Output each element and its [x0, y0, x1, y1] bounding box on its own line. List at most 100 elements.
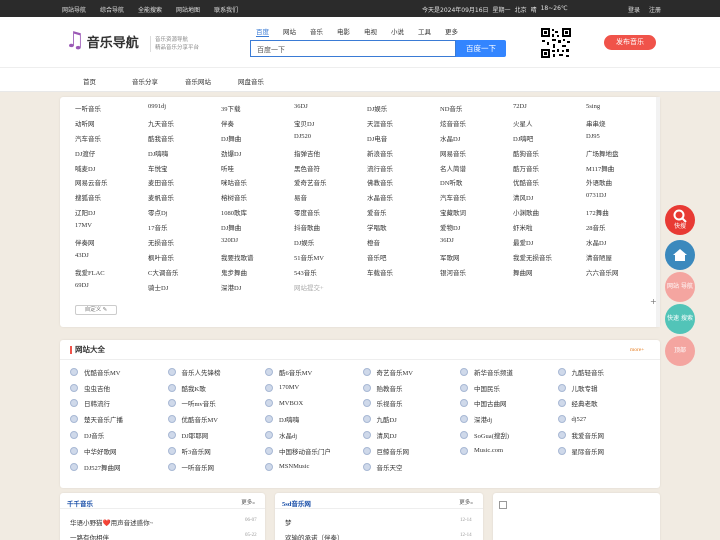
back-to-top-float[interactable]: 顶部 — [665, 336, 695, 366]
site-link[interactable]: 咪咕音乐 — [221, 177, 294, 192]
top-link-sitemap[interactable]: 网站地图 — [176, 5, 200, 14]
site-link[interactable]: 72DJ — [513, 103, 586, 118]
publish-music-button[interactable]: 发布音乐 — [604, 35, 656, 50]
site-link[interactable]: 伴奏网 — [75, 237, 148, 252]
home-float[interactable] — [665, 240, 695, 270]
top-link-general-nav[interactable]: 综合导航 — [100, 5, 124, 14]
site-link[interactable]: 宝藏歌词 — [440, 207, 513, 222]
site-link[interactable]: 宝贝DJ — [294, 118, 367, 133]
site-nav-float[interactable]: 网站 导航 — [665, 272, 695, 302]
search-tab-tools[interactable]: 工具 — [418, 26, 431, 37]
directory-item[interactable]: 中华好歌网 — [70, 443, 168, 459]
site-link[interactable]: 搜狐音乐 — [75, 192, 148, 207]
directory-item[interactable]: 乐视音乐 — [362, 396, 461, 412]
site-link[interactable]: M117舞曲 — [586, 163, 659, 178]
site-link[interactable]: 43DJ — [75, 252, 148, 267]
fast-search-float[interactable]: 快速 搜索 — [665, 304, 695, 334]
site-link[interactable]: 鬼步舞曲 — [221, 267, 294, 282]
site-link[interactable]: 零点Dj — [148, 207, 221, 222]
site-link[interactable]: 水晶DJ — [440, 133, 513, 148]
site-link[interactable]: 汽车音乐 — [75, 133, 148, 148]
directory-item[interactable]: DJ耶耶网 — [167, 427, 266, 443]
directory-item[interactable]: 儿歌专辑 — [557, 380, 656, 396]
site-link[interactable]: 0731DJ — [586, 192, 659, 207]
directory-item[interactable]: 我爱音乐网 — [557, 427, 656, 443]
site-link[interactable]: DJ520 — [294, 133, 367, 148]
site-link[interactable]: 酷万音乐 — [513, 163, 586, 178]
site-link[interactable]: DJ舞曲 — [221, 133, 294, 148]
site-link[interactable]: 麦田音乐 — [148, 177, 221, 192]
site-link[interactable]: 最爱DJ — [513, 237, 586, 252]
directory-item[interactable]: MVBOX — [265, 396, 363, 412]
directory-item[interactable]: 170MV — [265, 380, 363, 396]
site-link[interactable]: ND音乐 — [440, 103, 513, 118]
site-link[interactable]: 酷狗音乐 — [513, 148, 586, 163]
site-link[interactable]: 车载音乐 — [367, 267, 440, 282]
site-link[interactable]: 69DJ — [75, 282, 148, 297]
directory-item[interactable]: 酷6音乐MV — [265, 364, 363, 380]
site-link[interactable]: 小渊歌曲 — [513, 207, 586, 222]
directory-item[interactable]: 中国民乐 — [460, 380, 558, 396]
site-link[interactable]: 酷我音乐 — [148, 133, 221, 148]
list-item[interactable]: 梦 — [285, 517, 292, 527]
search-input[interactable]: 百度一下 — [250, 40, 456, 57]
directory-item[interactable]: 水晶dj — [265, 427, 363, 443]
site-link[interactable]: 汽车音乐 — [440, 192, 513, 207]
site-link[interactable]: 虾米啦 — [513, 222, 586, 237]
site-link[interactable]: 车悦宝 — [148, 163, 221, 178]
directory-item[interactable]: 贻教音乐 — [362, 380, 461, 396]
site-link[interactable]: 爱音乐 — [367, 207, 440, 222]
site-link[interactable]: 清风DJ — [513, 192, 586, 207]
site-link[interactable]: 36DJ — [294, 103, 367, 118]
directory-item[interactable]: 楚天音乐广播 — [70, 411, 168, 427]
search-tab-web[interactable]: 网站 — [283, 26, 296, 37]
search-tab-baidu[interactable]: 百度 — [256, 26, 269, 37]
site-link[interactable]: 伴奏 — [221, 118, 294, 133]
site-link[interactable]: 一听音乐 — [75, 103, 148, 118]
customize-button[interactable]: 自定义 ✎ — [75, 305, 117, 315]
nav-item-home[interactable]: 首页 — [83, 76, 96, 86]
search-tab-tv[interactable]: 电视 — [364, 26, 377, 37]
qianqian-more-link[interactable]: 更多» — [241, 498, 255, 506]
top-link-search[interactable]: 全能搜索 — [138, 5, 162, 14]
directory-item[interactable]: 优酷音乐MV — [70, 364, 168, 380]
site-link[interactable]: DJ嗨吧 — [513, 133, 586, 148]
site-link[interactable]: DJ娱乐 — [294, 237, 367, 252]
search-tab-movie[interactable]: 电影 — [337, 26, 350, 37]
site-link[interactable]: 水晶音乐 — [367, 192, 440, 207]
site-link[interactable]: 网易音乐 — [440, 148, 513, 163]
directory-more-link[interactable]: more+ — [630, 347, 644, 353]
directory-item[interactable]: 九酷DJ — [362, 411, 461, 427]
quick-search-float[interactable]: 快搜 — [665, 205, 695, 235]
site-link[interactable]: 水晶DJ — [586, 237, 659, 252]
site-link[interactable]: C大调音乐 — [148, 267, 221, 282]
search-tab-music[interactable]: 音乐 — [310, 26, 323, 37]
list-item[interactable]: 华语小野猫❤️用声音述惑你~ — [70, 517, 153, 527]
site-link[interactable]: 我爱FLAC — [75, 267, 148, 282]
site-link[interactable]: 黑色音符 — [294, 163, 367, 178]
site-link[interactable]: 深港DJ — [221, 282, 294, 297]
site-link[interactable]: 广场舞地盘 — [586, 148, 659, 163]
site-link[interactable]: DJ电音 — [367, 133, 440, 148]
site-link[interactable]: 无损音乐 — [148, 237, 221, 252]
directory-item[interactable]: 听3音乐网 — [167, 443, 266, 459]
site-link[interactable]: 动听网 — [75, 118, 148, 133]
site-link[interactable]: 骑士DJ — [148, 282, 221, 297]
site-link[interactable]: 枫叶音乐 — [148, 252, 221, 267]
directory-item[interactable]: 深港dj — [460, 411, 558, 427]
site-link[interactable]: 六六音乐网 — [586, 267, 659, 282]
site-link[interactable]: DJ娱乐 — [367, 103, 440, 118]
site-link[interactable]: 易音 — [294, 192, 367, 207]
site-link[interactable]: 串串烧 — [586, 118, 659, 133]
login-link[interactable]: 登录 — [628, 5, 640, 14]
nav-item-music-sites[interactable]: 音乐网站 — [185, 76, 211, 86]
directory-item[interactable]: 优酷音乐MV — [167, 411, 266, 427]
site-link[interactable]: 320DJ — [221, 237, 294, 252]
list-item[interactable]: 欢输的承诺（伴奏） — [285, 532, 344, 540]
site-link[interactable]: 学唱歌 — [367, 222, 440, 237]
site-link[interactable]: 51音乐MV — [294, 252, 367, 267]
list-item[interactable]: 一路有你相伴 — [70, 532, 109, 540]
site-link[interactable]: 流行音乐 — [367, 163, 440, 178]
directory-item[interactable]: dj527 — [557, 411, 656, 427]
site-link[interactable]: DJ舞曲 — [221, 222, 294, 237]
